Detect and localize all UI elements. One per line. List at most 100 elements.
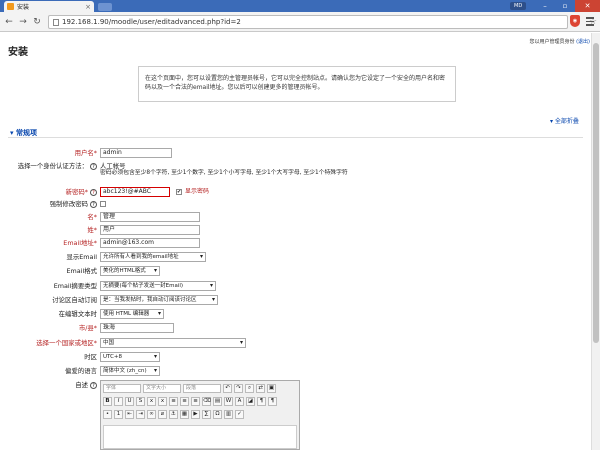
replace-icon[interactable]: ⇄ <box>256 384 265 393</box>
browser-tab[interactable]: 安装 × <box>4 1 94 12</box>
bullet-list-icon[interactable]: • <box>103 410 112 419</box>
font-family-select[interactable]: 字体 <box>103 384 141 393</box>
section-divider <box>8 137 583 138</box>
username-input[interactable]: admin <box>100 148 172 158</box>
city-row: 市/县* 珠海 <box>0 322 600 334</box>
profile-chip[interactable]: MD <box>510 2 527 10</box>
display-email-row: 显示Email 允许所有人看到我的email地址 <box>0 251 600 263</box>
minimize-icon[interactable]: – <box>535 0 555 12</box>
paste-text-icon[interactable]: ▤ <box>213 397 222 406</box>
strikethrough-icon[interactable]: S <box>136 397 145 406</box>
scrollbar-thumb[interactable] <box>593 43 599 343</box>
language-select[interactable]: 简体中文 (zh_cn) <box>100 366 160 376</box>
description-label: 自述? <box>75 379 97 391</box>
text-color-icon[interactable]: A <box>235 397 244 406</box>
undo-icon[interactable]: ↶ <box>223 384 232 393</box>
show-password-checkbox[interactable]: ✔ <box>176 189 182 195</box>
numbered-list-icon[interactable]: 1 <box>114 410 123 419</box>
maximize-icon[interactable]: ▫ <box>555 0 575 12</box>
font-size-select[interactable]: 文字大小 <box>143 384 181 393</box>
moodle-favicon-icon <box>7 3 14 10</box>
editor-toolbar-row-1: 字体 文字大小 段落 ↶ ↷ ⌕ ⇄ ▣ <box>103 383 276 394</box>
outdent-icon[interactable]: ⇤ <box>125 410 134 419</box>
link-icon[interactable]: ∞ <box>147 410 156 419</box>
help-icon[interactable]: ? <box>90 381 97 389</box>
url-text: 192.168.1.90/moodle/user/editadvanced.ph… <box>62 18 241 26</box>
editor-pref-select[interactable]: 使用 HTML 编辑器 <box>100 309 164 319</box>
reload-icon[interactable]: ↻ <box>32 17 42 27</box>
table-icon[interactable]: ▥ <box>224 410 233 419</box>
auth-label-text: 选择一个身份认证方法： <box>17 162 88 170</box>
underline-icon[interactable]: U <box>125 397 134 406</box>
help-icon[interactable]: ? <box>90 200 97 208</box>
find-icon[interactable]: ⌕ <box>245 384 254 393</box>
bg-color-icon[interactable]: ◪ <box>246 397 255 406</box>
autosubscribe-select[interactable]: 是：当我发帖时，我自动订阅该讨论区 <box>100 295 218 305</box>
fullscreen-icon[interactable]: ▣ <box>267 384 276 393</box>
help-icon[interactable]: ? <box>90 162 97 170</box>
language-row: 偏爱的语言 简体中文 (zh_cn) <box>0 365 600 377</box>
password-label: 新密码*? <box>66 186 97 198</box>
page-scrollbar[interactable] <box>591 33 600 450</box>
back-icon[interactable]: ← <box>4 17 14 27</box>
country-label: 选择一个国家或地区* <box>36 339 97 347</box>
username-row: 用户名* admin <box>0 147 600 159</box>
timezone-row: 时区 UTC+8 <box>0 351 600 363</box>
align-center-icon[interactable]: ≡ <box>180 397 189 406</box>
country-select[interactable]: 中国 <box>100 338 246 348</box>
media-icon[interactable]: ▶ <box>191 410 200 419</box>
superscript-icon[interactable]: x <box>158 397 167 406</box>
bold-icon[interactable]: B <box>103 397 112 406</box>
close-tab-icon[interactable]: × <box>85 3 94 11</box>
paragraph-select[interactable]: 段落 <box>183 384 221 393</box>
autosubscribe-label: 讨论区自动订阅 <box>52 296 97 304</box>
extension-shield-icon[interactable]: ◉ <box>570 15 580 27</box>
force-change-checkbox[interactable] <box>100 201 106 207</box>
italic-icon[interactable]: I <box>114 397 123 406</box>
redo-icon[interactable]: ↷ <box>234 384 243 393</box>
subscript-icon[interactable]: x <box>147 397 156 406</box>
special-char-icon[interactable]: Ω <box>213 410 222 419</box>
collapse-all-link[interactable]: ▾ 全部折叠 <box>550 116 579 125</box>
lastname-label: 姓* <box>87 226 97 234</box>
display-email-label: 显示Email <box>66 253 97 261</box>
paste-word-icon[interactable]: W <box>224 397 233 406</box>
email-format-row: Email格式 美化的HTML格式 <box>0 265 600 277</box>
new-tab-button[interactable] <box>98 3 112 11</box>
spellcheck-icon[interactable]: ✓ <box>235 410 244 419</box>
email-input[interactable]: admin@163.com <box>100 238 200 248</box>
align-right-icon[interactable]: ≡ <box>191 397 200 406</box>
force-change-label: 强制修改密码? <box>50 198 97 210</box>
login-info-text: 您以用户管理员身份 <box>529 39 575 45</box>
unlink-icon[interactable]: ⌀ <box>158 410 167 419</box>
autosubscribe-row: 讨论区自动订阅 是：当我发帖时，我自动订阅该讨论区 <box>0 294 600 306</box>
digest-select[interactable]: 无摘要(每个帖子发送一封Email) <box>100 281 216 291</box>
display-email-select[interactable]: 允许所有人看到我的email地址 <box>100 252 206 262</box>
description-textarea[interactable] <box>103 425 297 449</box>
rtl-icon[interactable]: ¶ <box>268 397 277 406</box>
equation-icon[interactable]: ∑ <box>202 410 211 419</box>
password-label-text: 新密码* <box>65 188 88 196</box>
timezone-select[interactable]: UTC+8 <box>100 352 160 362</box>
lastname-input[interactable]: 用户 <box>100 225 200 235</box>
image-icon[interactable]: ▦ <box>180 410 189 419</box>
close-window-icon[interactable]: ✕ <box>575 0 600 12</box>
browser-menu-icon[interactable] <box>586 15 594 26</box>
firstname-input[interactable]: 管理 <box>100 212 200 222</box>
password-input[interactable]: abc123!@#ABC <box>100 187 170 197</box>
city-input[interactable]: 珠海 <box>100 323 174 333</box>
country-row: 选择一个国家或地区* 中国 <box>0 337 600 349</box>
forward-icon[interactable]: → <box>18 17 28 27</box>
page-icon <box>53 18 59 26</box>
email-format-select[interactable]: 美化的HTML格式 <box>100 266 160 276</box>
ltr-icon[interactable]: ¶ <box>257 397 266 406</box>
align-left-icon[interactable]: ≡ <box>169 397 178 406</box>
auth-row: 选择一个身份认证方法：? 人工帐号 密码必须包含至少8个字符, 至少1个数字, … <box>0 160 600 176</box>
help-icon[interactable]: ? <box>90 188 97 196</box>
logout-link[interactable]: (退出) <box>576 39 590 45</box>
indent-icon[interactable]: ⇥ <box>136 410 145 419</box>
city-label: 市/县* <box>78 324 97 332</box>
address-bar[interactable]: 192.168.1.90/moodle/user/editadvanced.ph… <box>48 15 597 29</box>
clear-format-icon[interactable]: ⌫ <box>202 397 211 406</box>
anchor-icon[interactable]: ⚓ <box>169 410 178 419</box>
